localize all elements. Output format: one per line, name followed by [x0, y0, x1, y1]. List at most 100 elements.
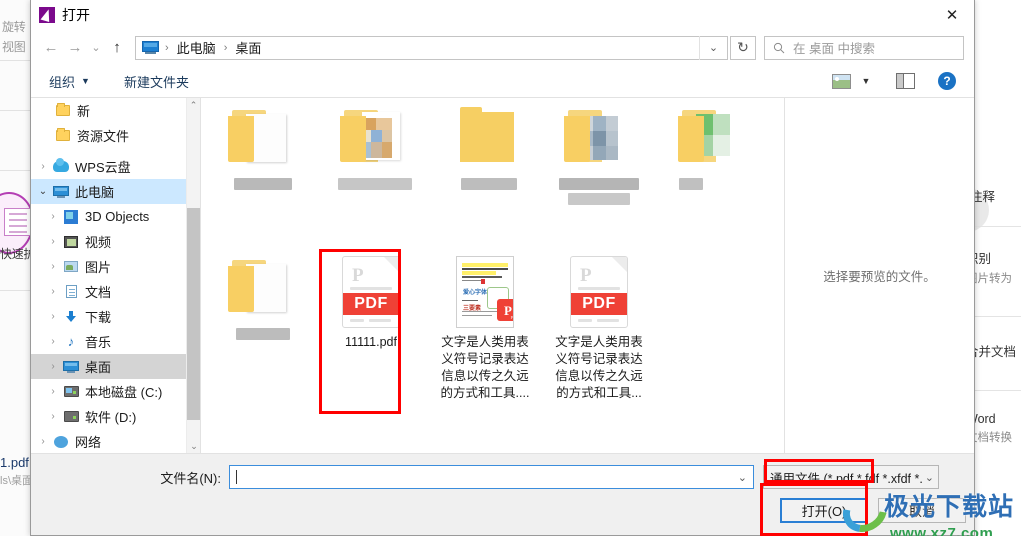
list-item[interactable]: 爱心字体 三要素 PPDF 文字是人类用表义符号记录表达信息以传之久远的方式和工…	[437, 256, 533, 402]
chevron-right-icon[interactable]: ›	[45, 261, 61, 272]
folder-thumbnail	[678, 106, 748, 170]
bg-view-label: 视图	[2, 40, 26, 54]
pdf-badge-label: PDF	[343, 293, 399, 315]
cancel-button[interactable]: 取消	[878, 498, 966, 523]
chevron-right-icon[interactable]: ›	[45, 311, 61, 322]
breadcrumb-this-pc[interactable]: 此电脑	[175, 38, 218, 57]
dialog-footer: 文件名(N): ⌄ 通用文件 (*.pdf *.fdf *.xfdf *.x ⌄…	[31, 453, 974, 535]
sidebar-item-software-d[interactable]: › 软件 (D:)	[31, 404, 186, 429]
folder-thumbnail	[564, 106, 634, 170]
file-name: 文字是人类用表义符号记录表达信息以传之久远的方式和工具...	[555, 335, 643, 400]
bg-divider	[0, 170, 34, 171]
sidebar-item-label: 新	[77, 104, 91, 119]
documents-icon	[61, 285, 81, 298]
this-pc-icon	[142, 41, 159, 54]
sidebar-item-desktop[interactable]: › 桌面	[31, 354, 186, 379]
preview-pane-icon[interactable]	[890, 68, 920, 94]
scrollbar-thumb[interactable]	[187, 208, 200, 420]
folder-thumbnail	[454, 106, 524, 170]
sidebar-item-label: 下载	[85, 310, 112, 325]
recent-locations-icon[interactable]: ⌄	[87, 36, 105, 60]
sidebar-item-documents[interactable]: › 文档	[31, 279, 186, 304]
chevron-right-icon[interactable]: ›	[35, 161, 51, 172]
chevron-right-icon[interactable]: ›	[45, 286, 61, 297]
preview-pane: 选择要预览的文件。	[784, 98, 974, 453]
blurred-filename	[234, 178, 292, 190]
chevron-right-icon[interactable]: ›	[45, 236, 61, 247]
chevron-down-icon: ▼	[81, 76, 90, 86]
chevron-right-icon[interactable]: ›	[45, 411, 61, 422]
pdf-file-icon: P PDF	[570, 256, 628, 328]
chevron-down-icon[interactable]: ⌄	[738, 471, 747, 484]
sidebar-item-videos[interactable]: › 视频	[31, 229, 186, 254]
sidebar-item-resource-files[interactable]: 资源文件	[31, 123, 186, 148]
dialog-titlebar: 打开 ✕	[31, 0, 974, 30]
forward-arrow-icon[interactable]: →	[63, 36, 87, 60]
list-item[interactable]	[215, 256, 311, 340]
sidebar-item-network[interactable]: › 网络	[31, 429, 186, 453]
refresh-icon[interactable]: ↻	[730, 35, 756, 60]
file-type-filter-value: 通用文件 (*.pdf *.fdf *.xfdf *.x	[770, 471, 923, 486]
sidebar-item-music[interactable]: › ♪ 音乐	[31, 329, 186, 354]
sidebar-item-label: 软件 (D:)	[85, 410, 137, 425]
file-type-filter-select[interactable]: 通用文件 (*.pdf *.fdf *.xfdf *.x ⌄	[763, 465, 939, 489]
sidebar-item-this-pc[interactable]: ⌄ 此电脑	[31, 179, 186, 204]
chevron-right-icon[interactable]: ›	[45, 386, 61, 397]
sidebar-item-downloads[interactable]: › 下载	[31, 304, 186, 329]
videos-icon	[61, 235, 81, 248]
preview-placeholder: 选择要预览的文件。	[823, 270, 936, 284]
organize-label: 组织	[49, 74, 76, 90]
background-left-toolbar: 旋转 视图 快速护 1.pdf ls\桌面	[0, 0, 35, 536]
search-input[interactable]: 在 桌面 中搜索	[764, 35, 964, 60]
chevron-right-icon[interactable]: ›	[45, 336, 61, 347]
music-icon: ♪	[67, 333, 75, 349]
list-item[interactable]	[327, 106, 423, 190]
chevron-right-icon[interactable]: ›	[45, 211, 61, 222]
file-list-pane[interactable]: P PDF 11111.pdf 爱心字体 三要素 P P 文字是人类用表义符号记…	[201, 98, 784, 453]
up-arrow-icon[interactable]: ↑	[105, 36, 129, 60]
sidebar-item-label: 资源文件	[77, 129, 130, 144]
back-arrow-icon[interactable]: ←	[39, 36, 63, 60]
bg-recent-file-name: 1.pdf	[0, 455, 29, 470]
address-bar[interactable]: › 此电脑 › 桌面 ⌄	[135, 35, 728, 60]
breadcrumb-desktop[interactable]: 桌面	[233, 38, 263, 57]
list-item[interactable]	[665, 106, 761, 190]
sidebar-item-local-disk-c[interactable]: › 本地磁盘 (C:)	[31, 379, 186, 404]
chevron-down-icon[interactable]: ⌄	[699, 35, 727, 60]
scroll-up-icon[interactable]: ⌃	[187, 98, 200, 112]
navigation-scrollbar[interactable]: ⌃ ⌄	[186, 98, 200, 453]
open-button[interactable]: 打开(O)	[780, 498, 868, 523]
bg-divider	[0, 110, 34, 111]
organize-button[interactable]: 组织 ▼	[49, 72, 90, 91]
view-mode-icon[interactable]	[826, 68, 856, 94]
breadcrumb-separator: ›	[223, 41, 228, 54]
list-item[interactable]	[441, 106, 537, 190]
list-item[interactable]: P PDF 11111.pdf	[323, 256, 419, 351]
sidebar-item-pictures[interactable]: › 图片	[31, 254, 186, 279]
close-icon[interactable]: ✕	[930, 0, 974, 30]
chevron-right-icon[interactable]: ›	[35, 436, 51, 447]
drive-icon	[61, 411, 81, 422]
pdf-file-icon: P PDF	[342, 256, 400, 328]
list-item[interactable]: P PDF 文字是人类用表义符号记录表达信息以传之久远的方式和工具...	[551, 256, 647, 402]
sidebar-item-label: 文档	[85, 285, 112, 300]
address-bar-row: ← → ⌄ ↑ › 此电脑 › 桌面 ⌄ ↻ 在 桌面 中搜索	[31, 30, 974, 65]
help-icon[interactable]: ?	[932, 68, 962, 94]
list-item[interactable]	[215, 106, 311, 190]
chevron-down-icon[interactable]: ⌄	[35, 186, 51, 197]
sidebar-item-label: 3D Objects	[85, 209, 150, 224]
3d-objects-icon	[61, 209, 81, 224]
network-icon	[51, 435, 71, 448]
search-placeholder: 在 桌面 中搜索	[793, 42, 875, 56]
sidebar-item-wps-cloud[interactable]: › WPS云盘	[31, 154, 186, 179]
new-folder-button[interactable]: 新建文件夹	[124, 72, 189, 91]
chevron-right-icon[interactable]: ›	[45, 361, 61, 372]
sidebar-item-3d-objects[interactable]: › 3D Objects	[31, 204, 186, 229]
scroll-down-icon[interactable]: ⌄	[187, 439, 200, 453]
view-mode-chevron-down-icon[interactable]: ▼	[856, 68, 876, 94]
bg-rotate-label: 旋转	[2, 20, 26, 34]
list-item[interactable]	[551, 106, 647, 205]
sidebar-item-new[interactable]: 新	[31, 98, 186, 123]
pdf-badge-label: PDF	[571, 293, 627, 315]
filename-input[interactable]: ⌄	[229, 465, 754, 489]
